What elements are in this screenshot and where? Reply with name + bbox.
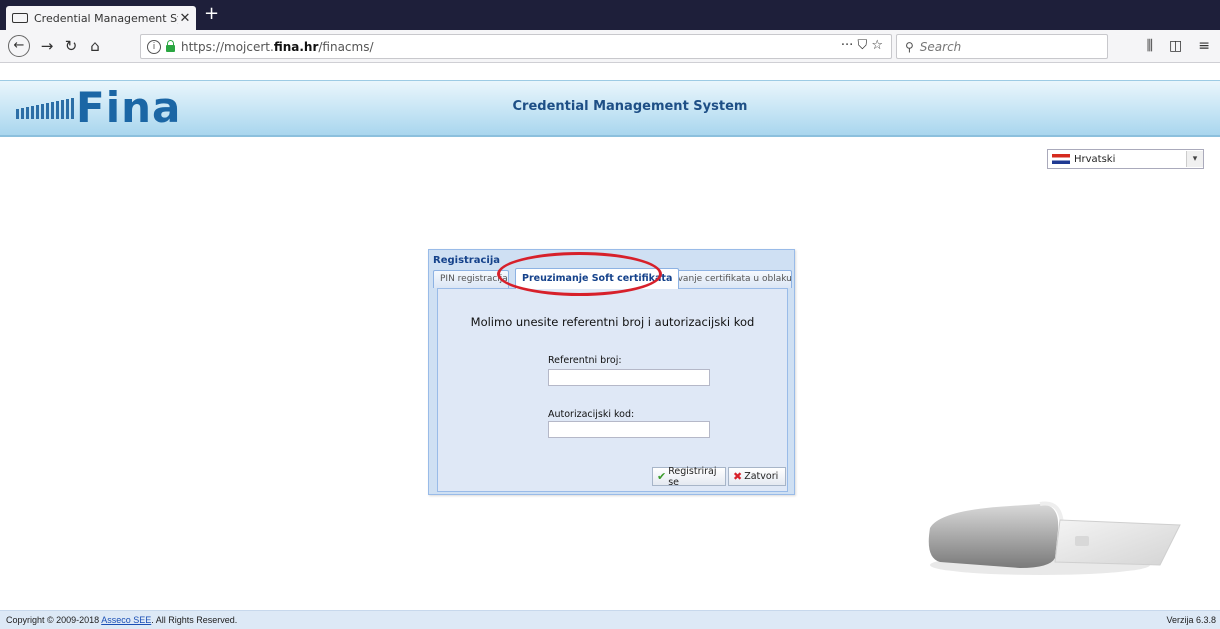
reference-label: Referentni broj: bbox=[548, 355, 622, 366]
back-arrow-icon[interactable]: ← bbox=[8, 35, 30, 57]
browser-tab-bar: Credential Management System ✕ + bbox=[0, 0, 1220, 30]
search-icon: ⚲ bbox=[905, 39, 914, 54]
tab-pin-registration[interactable]: PIN registracija bbox=[433, 270, 509, 288]
home-icon[interactable]: ⌂ bbox=[84, 35, 106, 57]
auth-code-input[interactable] bbox=[548, 421, 710, 438]
logo-bars-icon bbox=[16, 97, 74, 119]
close-button-label: Zatvori bbox=[744, 471, 779, 482]
fina-logo: Fina bbox=[16, 83, 181, 133]
library-icon[interactable]: ⫼ bbox=[1147, 38, 1153, 54]
asseco-link[interactable]: Asseco SEE bbox=[101, 615, 151, 625]
reference-number-input[interactable] bbox=[548, 369, 710, 386]
card-reader-illustration bbox=[928, 501, 1181, 575]
tab-title: Credential Management System bbox=[34, 11, 178, 25]
check-icon: ✔ bbox=[657, 470, 667, 483]
page-actions[interactable]: ··· ⛉ ☆ bbox=[841, 38, 883, 53]
copyright-text: Copyright © 2009-2018 Asseco SEE. All Ri… bbox=[6, 615, 238, 625]
new-tab-button[interactable]: + bbox=[204, 4, 219, 24]
info-icon[interactable]: i bbox=[147, 39, 161, 54]
app-title: Credential Management System bbox=[512, 99, 748, 114]
address-bar[interactable]: i https://mojcert. fina.hr/finacms/ ··· ⛉… bbox=[140, 34, 892, 59]
close-button[interactable]: ✖ Zatvori bbox=[728, 467, 786, 486]
auth-code-label: Autorizacijski kod: bbox=[548, 409, 635, 420]
dialog-body: Molimo unesite referentni broj i autoriz… bbox=[437, 288, 788, 492]
search-placeholder: Search bbox=[919, 39, 962, 54]
app-header: Fina Credential Management System bbox=[0, 80, 1220, 137]
language-select[interactable]: Hrvatski ▾ bbox=[1047, 149, 1204, 169]
close-tab-icon[interactable]: ✕ bbox=[178, 11, 192, 26]
language-label: Hrvatski bbox=[1074, 153, 1116, 165]
url-domain: fina.hr bbox=[273, 39, 319, 54]
lock-icon bbox=[166, 39, 175, 52]
menu-icon[interactable]: ≡ bbox=[1198, 38, 1210, 54]
register-button[interactable]: ✔ Registriraj se bbox=[652, 465, 726, 488]
chevron-down-icon[interactable]: ▾ bbox=[1186, 151, 1203, 167]
dialog-heading: Molimo unesite referentni broj i autoriz… bbox=[470, 315, 755, 329]
version-label: Verzija 6.3.8 bbox=[1166, 615, 1216, 625]
croatia-flag-icon bbox=[1052, 154, 1070, 164]
browser-navbar: ← → ↻ ⌂ i https://mojcert. fina.hr/finacm… bbox=[0, 30, 1220, 63]
register-button-label: Registriraj se bbox=[668, 465, 717, 488]
url-suffix: /finacms/ bbox=[318, 39, 374, 54]
forward-arrow-icon[interactable]: → bbox=[36, 35, 58, 57]
close-icon: ✖ bbox=[733, 470, 743, 483]
tab-soft-certificate[interactable]: Preuzimanje Soft certifikata bbox=[515, 268, 680, 289]
logo-text: Fina bbox=[76, 83, 182, 132]
reload-icon[interactable]: ↻ bbox=[60, 35, 82, 57]
dialog-title: Registracija bbox=[433, 255, 501, 266]
browser-toolbar-right: ⫼ ◫ ≡ bbox=[1147, 38, 1210, 54]
url-prefix: https://mojcert. bbox=[181, 39, 274, 54]
page-footer: Copyright © 2009-2018 Asseco SEE. All Ri… bbox=[0, 610, 1220, 629]
sidebar-icon[interactable]: ◫ bbox=[1169, 38, 1182, 54]
search-input[interactable]: ⚲ Search bbox=[896, 34, 1108, 59]
browser-tab[interactable]: Credential Management System ✕ bbox=[6, 6, 196, 30]
page-icon bbox=[12, 13, 28, 23]
registration-dialog: Registracija PIN registracija Preuzimanj… bbox=[428, 249, 795, 495]
dialog-tabs: PIN registracija Preuzimanje Soft certif… bbox=[433, 268, 792, 289]
